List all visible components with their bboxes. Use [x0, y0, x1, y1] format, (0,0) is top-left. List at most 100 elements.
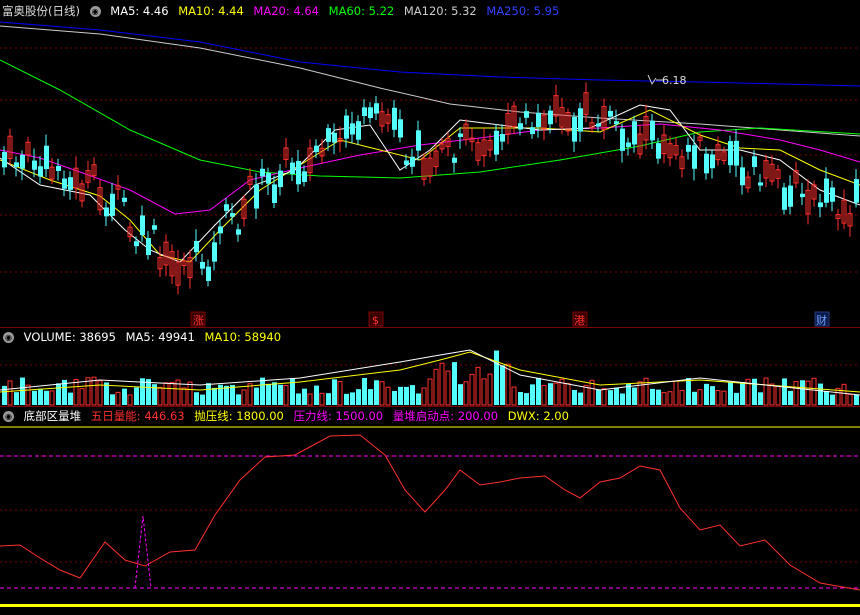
- volume-bar: [788, 390, 793, 405]
- volume-bar: [350, 392, 355, 405]
- volume-bar: [782, 378, 787, 405]
- volume-bar: [769, 383, 775, 406]
- price-header: 富奥股份(日线) ◉ MA5: 4.46 MA10: 4.44 MA20: 4.…: [0, 2, 860, 20]
- volume-bar: [614, 387, 619, 405]
- volume-bar: [56, 383, 61, 405]
- candle-body: [332, 132, 337, 143]
- candle-body: [824, 178, 829, 203]
- candle-body: [650, 120, 655, 141]
- volume-bar: [758, 392, 763, 405]
- indicator-pressure-line: 压力线: 1500.00: [293, 409, 384, 423]
- event-marker-cai[interactable]: 财: [816, 313, 827, 327]
- candle-body: [788, 185, 793, 207]
- volume-bar: [362, 378, 367, 405]
- volume-bar: [404, 386, 409, 405]
- candle-body: [548, 110, 553, 125]
- volume-bar: [775, 385, 781, 406]
- volume-ma5: MA5: 49941: [125, 330, 195, 344]
- candle-body: [398, 119, 403, 138]
- candle-body: [614, 121, 619, 125]
- volume-bar: [368, 389, 373, 405]
- indicator-five-day-volume: 五日量能: 446.63: [90, 409, 185, 423]
- volume-bar: [596, 389, 601, 405]
- volume-bar: [721, 390, 727, 406]
- volume-bar: [553, 382, 559, 406]
- volume-bar: [704, 383, 709, 405]
- candle-body: [14, 162, 19, 168]
- volume-bar: [169, 381, 175, 406]
- ma10-label: MA10: 4.44: [178, 4, 244, 18]
- volume-bar: [278, 384, 283, 405]
- volume-bar: [818, 383, 823, 405]
- volume-bar: [740, 381, 745, 405]
- indicator-lines: [0, 434, 860, 591]
- volume-bar: [469, 373, 475, 406]
- candle-body: [344, 115, 349, 139]
- candle-body: [458, 133, 463, 137]
- event-marker-zhang[interactable]: 涨: [193, 314, 204, 327]
- candle-body: [314, 145, 319, 153]
- chart-canvas: 6.18 涨 $ 港 财: [0, 21, 860, 607]
- candle-body: [62, 178, 67, 189]
- candle-body: [272, 184, 277, 203]
- candle-body: [782, 187, 787, 210]
- volume-bar: [241, 389, 247, 406]
- event-marker-gang[interactable]: 港: [574, 314, 585, 327]
- volume-bar: [212, 387, 217, 405]
- candle-body: [626, 142, 631, 148]
- volume-bar: [734, 392, 739, 405]
- volume-bar: [332, 379, 337, 405]
- volume-bar: [416, 393, 421, 405]
- ma-settings-toggle[interactable]: ◉: [89, 6, 101, 17]
- candle-body: [818, 202, 823, 208]
- volume-bar: [439, 362, 445, 406]
- candle-body: [38, 166, 43, 177]
- volume-bar: [146, 379, 151, 405]
- volume-bar: [511, 386, 517, 406]
- volume-bar: [601, 388, 607, 406]
- high-price-label: 6.18: [662, 74, 687, 87]
- volume-bar: [805, 380, 811, 406]
- indicator-header: ◉ 底部区量堆 五日量能: 446.63 抛压线: 1800.00 压力线: 1…: [0, 407, 860, 425]
- candle-body: [704, 153, 709, 174]
- volume-bar: [673, 380, 679, 406]
- candle-body: [518, 123, 523, 130]
- volume-bar: [134, 387, 139, 405]
- indicator-title[interactable]: 底部区量堆: [24, 409, 82, 423]
- indicator-settings-toggle[interactable]: ◉: [3, 411, 14, 422]
- volume-bar: [728, 381, 733, 405]
- volume-bar: [7, 380, 13, 406]
- volume-bar: [692, 391, 697, 405]
- volume-bar: [650, 388, 655, 405]
- indicator-start-point: 量堆启动点: 200.00: [392, 409, 499, 423]
- indicator-dwx: DWX: 2.00: [507, 409, 569, 423]
- volume-bar: [2, 385, 7, 405]
- candle-body: [350, 123, 355, 135]
- candle-body: [122, 197, 127, 202]
- ma120-line: [0, 25, 860, 137]
- ma20-label: MA20: 4.64: [253, 4, 319, 18]
- volume-bar: [811, 377, 817, 406]
- candle-body: [362, 107, 367, 117]
- volume-bar: [410, 385, 415, 405]
- volume-bars: [0, 349, 860, 406]
- volume-bar: [122, 388, 127, 405]
- volume-header: ◉ VOLUME: 38695 MA5: 49941 MA10: 58940: [0, 328, 860, 346]
- volume-bar: [620, 393, 625, 405]
- volume-bar: [494, 350, 499, 405]
- ma10-line: [0, 109, 860, 263]
- volume-bar: [283, 385, 289, 406]
- candle-body: [392, 107, 397, 130]
- candle-body: [656, 143, 661, 159]
- candle-body: [740, 167, 745, 186]
- stock-title[interactable]: 富奥股份(日线): [2, 4, 80, 18]
- volume-bar: [433, 368, 439, 406]
- volume-bar: [337, 380, 343, 406]
- candle-body: [302, 171, 307, 182]
- event-marker-dollar[interactable]: $: [372, 314, 379, 327]
- candle-body: [68, 177, 73, 190]
- volume-settings-toggle[interactable]: ◉: [3, 332, 14, 343]
- volume-bar: [800, 380, 805, 405]
- volume-bar: [319, 392, 325, 406]
- volume-bar: [392, 390, 397, 405]
